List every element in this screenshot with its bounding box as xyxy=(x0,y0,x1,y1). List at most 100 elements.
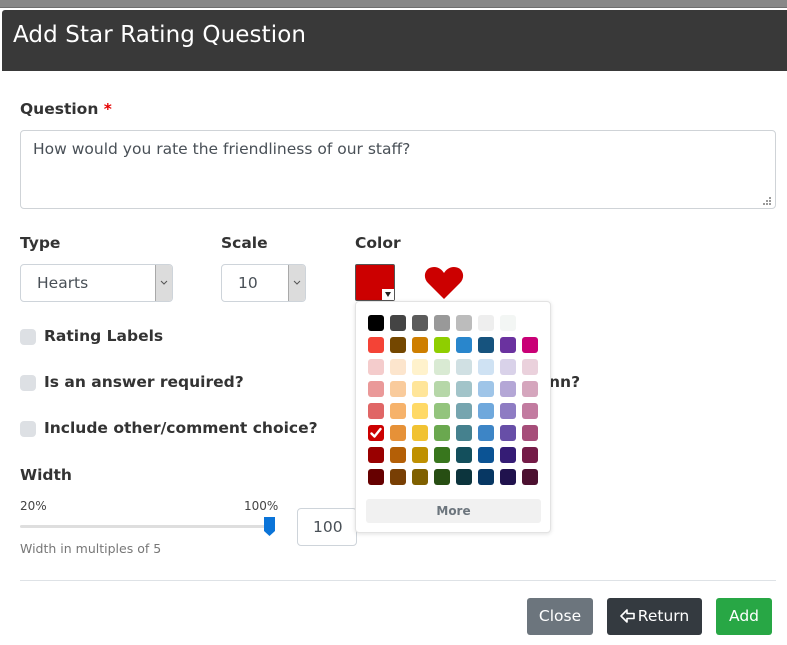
color-swatch[interactable] xyxy=(412,469,428,485)
color-swatch[interactable] xyxy=(500,381,516,397)
dialog-header: Add Star Rating Question xyxy=(2,10,787,71)
color-swatch[interactable] xyxy=(434,315,450,331)
scale-select[interactable]: 10 xyxy=(221,264,306,302)
return-button[interactable]: Return xyxy=(607,598,702,635)
color-swatch[interactable] xyxy=(522,469,538,485)
rating-labels-checkbox[interactable] xyxy=(20,329,36,345)
color-swatch[interactable] xyxy=(390,381,406,397)
obscured-option-label: nn? xyxy=(549,373,581,391)
width-min-label: 20% xyxy=(20,499,47,513)
width-help-text: Width in multiples of 5 xyxy=(20,541,162,556)
color-swatch[interactable] xyxy=(434,469,450,485)
width-slider-track[interactable] xyxy=(20,525,272,528)
color-swatch[interactable] xyxy=(478,403,494,419)
type-dropdown-arrow[interactable] xyxy=(155,265,172,301)
return-label: Return xyxy=(637,607,690,625)
width-input-value: 100 xyxy=(313,518,343,536)
color-swatch[interactable] xyxy=(412,425,428,441)
color-swatch[interactable] xyxy=(456,315,472,331)
color-swatch[interactable] xyxy=(500,425,516,441)
color-swatch[interactable] xyxy=(478,469,494,485)
color-swatch[interactable] xyxy=(478,425,494,441)
width-max-label: 100% xyxy=(244,499,279,513)
color-swatch[interactable] xyxy=(368,359,384,375)
color-swatch[interactable] xyxy=(368,447,384,463)
answer-required-label: Is an answer required? xyxy=(44,373,244,391)
width-input[interactable]: 100 xyxy=(297,508,357,546)
other-comment-checkbox[interactable] xyxy=(20,421,36,437)
color-swatch[interactable] xyxy=(434,447,450,463)
color-swatch[interactable] xyxy=(390,337,406,353)
dialog-title: Add Star Rating Question xyxy=(13,22,307,48)
question-input[interactable] xyxy=(20,130,776,209)
chevron-down-icon xyxy=(293,280,301,285)
color-swatch[interactable] xyxy=(500,359,516,375)
color-swatch[interactable] xyxy=(434,337,450,353)
type-select[interactable]: Hearts xyxy=(20,264,173,302)
color-swatch[interactable] xyxy=(478,447,494,463)
color-swatch[interactable] xyxy=(368,469,384,485)
resize-grip-icon[interactable] xyxy=(762,196,772,206)
color-swatch[interactable] xyxy=(478,337,494,353)
question-label-text: Question xyxy=(20,100,99,118)
color-swatch[interactable] xyxy=(368,403,384,419)
color-swatch[interactable] xyxy=(456,425,472,441)
color-swatch[interactable] xyxy=(390,469,406,485)
color-swatch[interactable] xyxy=(522,381,538,397)
add-button[interactable]: Add xyxy=(716,598,772,635)
color-swatch[interactable] xyxy=(522,403,538,419)
color-swatch[interactable] xyxy=(434,425,450,441)
checkmark-icon xyxy=(370,427,382,438)
chevron-down-icon xyxy=(160,280,168,285)
color-swatch[interactable] xyxy=(456,403,472,419)
color-swatch[interactable] xyxy=(456,381,472,397)
color-swatch[interactable] xyxy=(434,403,450,419)
color-swatch[interactable] xyxy=(412,403,428,419)
color-swatch[interactable] xyxy=(434,381,450,397)
color-swatch[interactable] xyxy=(456,359,472,375)
color-swatch[interactable] xyxy=(456,337,472,353)
color-swatch[interactable] xyxy=(456,469,472,485)
color-swatch[interactable] xyxy=(456,447,472,463)
color-swatch[interactable] xyxy=(412,315,428,331)
color-swatch[interactable] xyxy=(522,447,538,463)
color-swatch[interactable] xyxy=(500,337,516,353)
color-swatch[interactable] xyxy=(390,359,406,375)
arrow-left-icon xyxy=(619,609,635,623)
color-swatch[interactable] xyxy=(368,381,384,397)
color-swatch[interactable] xyxy=(390,447,406,463)
color-swatch-selected[interactable] xyxy=(368,425,384,441)
color-swatch[interactable] xyxy=(412,381,428,397)
color-swatch[interactable] xyxy=(522,315,538,331)
scale-dropdown-arrow[interactable] xyxy=(288,265,305,301)
color-swatch[interactable] xyxy=(500,315,516,331)
color-swatch[interactable] xyxy=(478,315,494,331)
color-swatch[interactable] xyxy=(390,403,406,419)
answer-required-checkbox[interactable] xyxy=(20,375,36,391)
other-comment-label: Include other/comment choice? xyxy=(44,419,318,437)
color-swatch[interactable] xyxy=(478,381,494,397)
color-swatch[interactable] xyxy=(478,359,494,375)
color-swatch[interactable] xyxy=(412,447,428,463)
color-swatch[interactable] xyxy=(434,359,450,375)
question-label: Question * xyxy=(20,100,112,118)
color-swatch[interactable] xyxy=(412,359,428,375)
color-swatch[interactable] xyxy=(412,337,428,353)
color-swatch[interactable] xyxy=(500,447,516,463)
close-button[interactable]: Close xyxy=(527,598,593,635)
more-colors-button[interactable]: More xyxy=(366,499,541,523)
color-swatch[interactable] xyxy=(368,337,384,353)
color-swatch[interactable] xyxy=(522,425,538,441)
color-swatch[interactable] xyxy=(390,315,406,331)
color-swatch[interactable] xyxy=(500,403,516,419)
color-dropdown-toggle[interactable] xyxy=(382,289,394,300)
color-swatch[interactable] xyxy=(522,337,538,353)
color-swatch[interactable] xyxy=(368,315,384,331)
color-swatch[interactable] xyxy=(390,425,406,441)
color-picker-button[interactable] xyxy=(355,264,395,301)
color-swatch[interactable] xyxy=(500,469,516,485)
color-swatch[interactable] xyxy=(522,359,538,375)
width-slider-handle[interactable] xyxy=(263,517,276,536)
scale-select-value: 10 xyxy=(238,274,258,292)
color-palette-popup: More xyxy=(355,301,551,533)
